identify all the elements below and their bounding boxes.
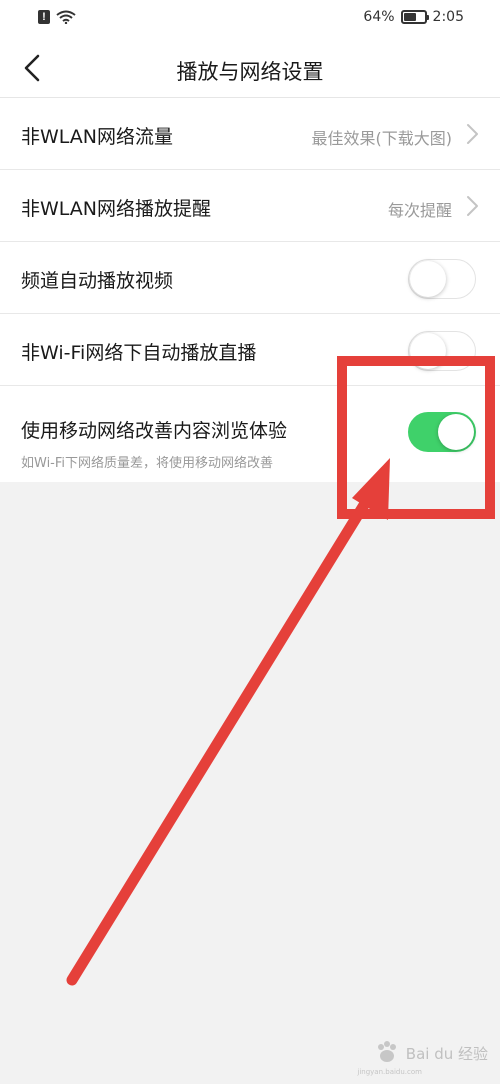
paw-logo-icon <box>377 1041 396 1062</box>
annotation-highlight-box <box>337 356 495 519</box>
watermark-text: Bai du 经验 <box>405 1044 488 1063</box>
annotation-arrow <box>66 458 390 986</box>
baidu-watermark: Bai du 经验 <box>374 1040 488 1066</box>
watermark-url: jingyan.baidu.com <box>357 1068 422 1076</box>
